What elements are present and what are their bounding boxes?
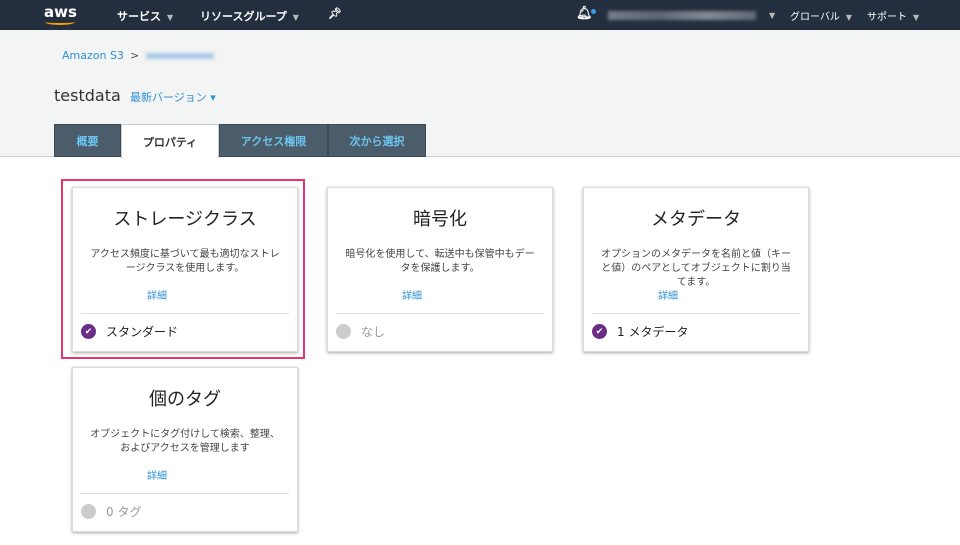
tab-select-from[interactable]: 次から選択 — [328, 124, 426, 157]
status-label: スタンダード — [106, 325, 179, 339]
learn-more-link[interactable]: 詳細 — [73, 467, 241, 482]
resource-groups-menu[interactable]: リソースグループ ▼ — [200, 8, 299, 24]
notification-dot — [591, 9, 596, 14]
check-icon: ✔ — [81, 324, 96, 339]
card-title: 個のタグ — [149, 389, 221, 410]
status-label: 0 タグ — [106, 505, 142, 519]
breadcrumb-separator: > — [130, 49, 140, 62]
card-description: アクセス頻度に基づいて最も適切なストレージクラスを使用します。 — [90, 249, 280, 274]
chevron-down-icon: ▼ — [913, 13, 920, 22]
tab-permissions[interactable]: アクセス権限 — [219, 124, 328, 157]
region-label: グローバル — [790, 12, 840, 23]
card-status: 0 タグ — [81, 503, 141, 520]
card-title: ストレージクラス — [113, 209, 257, 230]
support-menu[interactable]: サポート ▼ — [867, 8, 919, 23]
chevron-down-icon: ▼ — [845, 13, 853, 22]
tags-card[interactable]: 個のタグ オブジェクトにタグ付けして検索、整理、およびアクセスを管理します 詳細… — [72, 367, 298, 532]
support-label: サポート — [867, 12, 907, 23]
metadata-card[interactable]: メタデータ オプションのメタデータを名前と値（キーと値）のペアとしてオブジェクト… — [583, 187, 809, 352]
chevron-down-icon[interactable]: ▼ — [763, 8, 775, 21]
learn-more-link[interactable]: 詳細 — [584, 287, 752, 302]
chevron-down-icon: ▼ — [292, 13, 299, 22]
card-description: 暗号化を使用して、転送中も保管中もデータを保護します。 — [345, 249, 535, 274]
card-title: 暗号化 — [413, 209, 467, 230]
status-label: なし — [361, 325, 386, 339]
chevron-down-icon: ▼ — [167, 13, 174, 22]
region-menu[interactable]: グローバル ▼ — [790, 8, 852, 23]
account-menu[interactable] — [608, 11, 756, 20]
card-status: ✔ スタンダード — [81, 323, 178, 340]
check-icon: ✔ — [592, 324, 607, 339]
resource-groups-label: リソースグループ — [200, 10, 287, 23]
encryption-card[interactable]: 暗号化 暗号化を使用して、転送中も保管中もデータを保護します。 詳細 なし — [327, 187, 553, 352]
bell-icon[interactable]: 🔔︎ — [576, 6, 593, 21]
learn-more-link[interactable]: 詳細 — [73, 287, 241, 302]
tab-properties[interactable]: プロパティ — [121, 124, 219, 158]
services-label: サービス — [117, 10, 161, 23]
page-title: testdata — [54, 86, 121, 105]
divider — [81, 313, 289, 314]
card-title: メタデータ — [651, 209, 741, 230]
pin-icon[interactable]: 📌︎ — [328, 7, 342, 20]
empty-circle-icon — [336, 324, 351, 339]
status-label: 1 メタデータ — [617, 325, 689, 339]
version-dropdown[interactable]: 最新バージョン ▾ — [130, 89, 216, 105]
tab-overview[interactable]: 概要 — [54, 124, 121, 157]
services-menu[interactable]: サービス ▼ — [117, 8, 173, 24]
card-description: オブジェクトにタグ付けして検索、整理、およびアクセスを管理します — [90, 429, 280, 454]
breadcrumb-bucket[interactable] — [146, 53, 214, 59]
empty-circle-icon — [81, 504, 96, 519]
divider — [592, 313, 800, 314]
aws-logo-smile — [45, 19, 75, 25]
learn-more-link[interactable]: 詳細 — [328, 287, 496, 302]
top-nav-bar: aws サービス ▼ リソースグループ ▼ 📌︎ 🔔︎ ▼ グローバル ▼ サポート ▼ — [0, 0, 960, 30]
card-description: オプションのメタデータを名前と値（キーと値）のペアとしてオブジェクトに割り当てま… — [601, 249, 791, 288]
divider — [336, 313, 544, 314]
tab-bar: 概要 プロパティ アクセス権限 次から選択 — [54, 124, 426, 158]
card-status: なし — [336, 323, 385, 340]
card-status: ✔ 1 メタデータ — [592, 323, 688, 340]
divider — [81, 493, 289, 494]
storage-class-card[interactable]: ストレージクラス アクセス頻度に基づいて最も適切なストレージクラスを使用します。… — [72, 187, 298, 352]
breadcrumb-amazon-s3[interactable]: Amazon S3 — [62, 49, 124, 62]
